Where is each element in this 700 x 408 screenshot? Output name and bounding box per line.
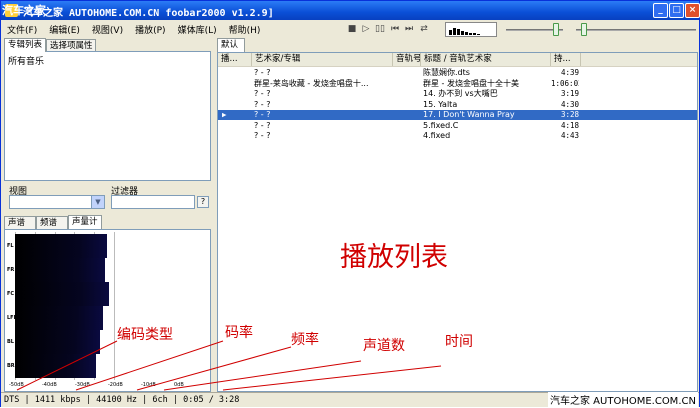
meter-tick-label: -10dB (141, 382, 156, 388)
cell-title: 群星 - 发烧金唱盘十全十美 (423, 78, 519, 88)
meter-tick-label: -30dB (75, 382, 90, 388)
meter-tick-label: -50dB (9, 382, 24, 388)
tab-peak-meter[interactable]: 声量计 (68, 215, 102, 229)
cell-artist: ? - ? (254, 89, 271, 98)
cell-title: 17. I Don't Wanna Pray (423, 110, 515, 119)
tab-default-playlist[interactable]: 默认 (217, 38, 245, 52)
play-icon[interactable]: ▷ (360, 23, 372, 35)
menu-help[interactable]: 帮助(H) (223, 21, 267, 38)
chevron-down-icon: ▼ (91, 196, 104, 208)
annotation-bitrate: 码率 (225, 325, 253, 341)
playlist-row[interactable]: ▶ ? - ? 17. I Don't Wanna Pray 3:28 (218, 110, 697, 120)
cell-artist: ? - ? (254, 120, 271, 130)
meter-bar-fr (15, 258, 105, 282)
playlist-row[interactable]: ? - ? 4.fixed 4:43 (218, 131, 697, 141)
meter-bar-br (15, 354, 96, 378)
annotation-codec: 编码类型 (117, 327, 173, 343)
playlist-row[interactable]: ? - ? 15. Yalta 4:30 (218, 100, 697, 110)
cell-duration: 4:18 (560, 120, 579, 130)
cell-artist: ? - ? (254, 131, 271, 140)
peak-meter: FL FR FC LFE BL BR -50dB -40dB -30dB -20dB -10dB 0d… (4, 229, 211, 392)
random-icon[interactable]: ⇄ (418, 23, 430, 35)
tab-album-list[interactable]: 专辑列表 (4, 38, 46, 52)
meter-channel-label: FC (7, 291, 15, 297)
playlist-tabs: 默认 (217, 38, 317, 52)
column-duration[interactable]: 持... (551, 53, 581, 66)
next-icon[interactable]: ⏭ (403, 23, 415, 35)
meter-tick-label: -20dB (108, 382, 123, 388)
stop-icon[interactable]: ■ (346, 23, 358, 35)
cell-title: 15. Yalta (423, 99, 458, 109)
close-button[interactable]: × (685, 3, 700, 18)
cell-duration: 4:39 (560, 68, 579, 77)
cell-duration: 4:30 (560, 99, 579, 109)
menu-bar: 文件(F) 编辑(E) 视图(V) 播放(P) 媒体库(L) 帮助(H) (1, 21, 341, 37)
seek-track[interactable] (576, 29, 696, 31)
cell-title: 5.fixed.C (423, 120, 459, 130)
annotation-frequency: 频率 (291, 332, 319, 348)
meter-channel-label: FR (7, 267, 15, 273)
watermark-top: 汽车之家 (2, 4, 46, 17)
menu-library[interactable]: 媒体库(L) (172, 21, 223, 38)
tab-spectrum[interactable]: 频谱 (36, 216, 68, 229)
meter-bar-lfe (15, 306, 103, 330)
menu-edit[interactable]: 编辑(E) (43, 21, 86, 38)
playlist-row[interactable]: 群星-莱岛收藏 - 发烧金唱盘十... 群星 - 发烧金唱盘十全十美 1:06:02 (218, 79, 697, 89)
volume-slider[interactable] (553, 23, 559, 36)
column-title[interactable]: 标题 / 音轨艺术家 (421, 53, 551, 66)
minimize-button[interactable]: _ (653, 3, 668, 18)
meter-channel-label: LFE (7, 315, 18, 321)
meter-channel-label: FL (7, 243, 14, 249)
playlist-row[interactable]: ? - ? 14. 办不到 vs大嘴巴 3:19 (218, 89, 697, 99)
maximize-button[interactable]: □ (669, 3, 684, 18)
previous-icon[interactable]: ⏮ (389, 23, 401, 35)
cell-title: 4.fixed (423, 131, 451, 140)
annotation-channels: 声道数 (363, 338, 405, 354)
playlist-row[interactable]: ? - ? 陈慧娴你.dts 4:39 (218, 68, 697, 78)
annotation-time: 时间 (445, 334, 473, 350)
cell-playing: ▶ (222, 110, 227, 119)
meter-tick-label: -40dB (42, 382, 57, 388)
cell-duration: 4:43 (560, 131, 579, 140)
filter-input[interactable] (111, 195, 195, 209)
title-bar[interactable]: 汽车之家 AUTOHOME.COM.CN foobar2000 v1.2.9] … (1, 1, 700, 20)
menu-view[interactable]: 视图(V) (86, 21, 129, 38)
cell-duration: 3:19 (560, 89, 579, 98)
tab-spectrogram[interactable]: 声谱 (4, 216, 36, 229)
column-artist-album[interactable]: 艺术家/专辑 (252, 53, 393, 66)
cell-duration: 3:28 (560, 110, 579, 119)
watermark-bottom: 汽车之家 AUTOHOME.COM.CN (548, 392, 698, 407)
meter-channel-label: BR (7, 363, 15, 369)
meter-channel-label: BL (7, 339, 14, 345)
pause-icon[interactable]: ▯▯ (374, 23, 386, 35)
cell-title: 陈慧娴你.dts (423, 68, 470, 77)
visualizer-tabs: 声谱 频谱 声量计 (4, 215, 211, 229)
filter-help-button[interactable]: ? (197, 196, 209, 208)
meter-bar-fl (15, 234, 107, 258)
foobar-window: 汽车之家 AUTOHOME.COM.CN foobar2000 v1.2.9] … (0, 0, 700, 407)
playlist-row[interactable]: ? - ? 5.fixed.C 4:18 (218, 121, 697, 131)
meter-bar-fc (15, 282, 109, 306)
cell-artist: ? - ? (254, 68, 271, 77)
cell-artist: ? - ? (254, 99, 271, 109)
cell-artist: ? - ? (254, 110, 271, 119)
spectrum-visualizer (445, 22, 497, 37)
column-playing[interactable]: 播... (218, 53, 252, 66)
meter-gridline (114, 232, 115, 380)
album-tree: 所有音乐 (4, 51, 211, 181)
seek-slider[interactable] (581, 23, 587, 36)
tree-item-all-music[interactable]: 所有音乐 (5, 52, 210, 69)
playlist-header: 播... 艺术家/专辑 音轨号 标题 / 音轨艺术家 持... (218, 53, 697, 67)
meter-bar-bl (15, 330, 100, 354)
menu-file[interactable]: 文件(F) (1, 21, 43, 38)
meter-tick-label: 0dB (174, 382, 184, 388)
cell-duration: 1:06:02 (551, 78, 579, 88)
window-title: 汽车之家 AUTOHOME.COM.CN foobar2000 v1.2.9] (23, 8, 274, 19)
menu-playback[interactable]: 播放(P) (129, 21, 171, 38)
cell-title: 14. 办不到 vs大嘴巴 (423, 89, 498, 98)
column-track-number[interactable]: 音轨号 (393, 53, 421, 66)
playlist-big-label: 播放列表 (340, 242, 448, 273)
view-select[interactable]: ▼ (9, 195, 105, 209)
cell-artist: 群星-莱岛收藏 - 发烧金唱盘十... (254, 78, 369, 88)
